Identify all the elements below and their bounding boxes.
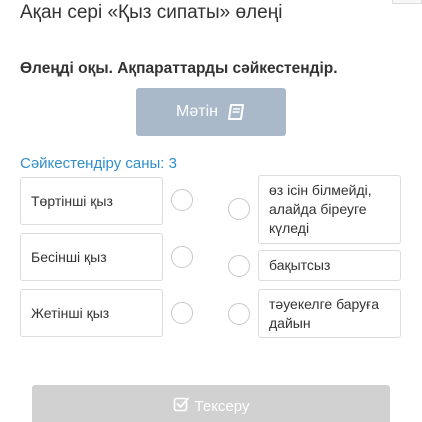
left-item-label: Бесінші қыз: [31, 248, 107, 265]
right-item-1[interactable]: өз ісін білмейді, алайда біреуге күледі: [258, 175, 401, 244]
right-item-label: тәуекелге баруға дайын: [269, 295, 380, 331]
corner-button[interactable]: [392, 0, 422, 4]
left-radio-2[interactable]: [171, 246, 193, 268]
left-item-label: Төртінші қыз: [31, 192, 113, 209]
right-item-2[interactable]: бақытсыз: [258, 250, 401, 281]
check-button-label: Тексеру: [194, 397, 250, 415]
text-button-label: Мәтін: [176, 103, 218, 120]
left-item-3[interactable]: Жетінші қыз: [20, 289, 163, 337]
right-radio-3[interactable]: [228, 303, 250, 325]
left-radio-1[interactable]: [171, 189, 193, 211]
right-item-3[interactable]: тәуекелге баруға дайын: [258, 289, 401, 338]
check-square-icon: [173, 396, 189, 416]
right-radio-1[interactable]: [228, 198, 250, 220]
match-count: Сәйкестендіру саны: 3: [20, 155, 177, 172]
left-item-1[interactable]: Төртінші қыз: [20, 177, 163, 225]
left-item-2[interactable]: Бесінші қыз: [20, 233, 163, 281]
left-item-label: Жетінші қыз: [31, 304, 110, 321]
book-icon: [227, 104, 246, 120]
instruction-text: Өлеңді оқы. Ақпараттарды сәйкестендір.: [20, 60, 338, 77]
check-button[interactable]: Тексеру: [32, 385, 390, 422]
text-button[interactable]: Мәтін: [136, 88, 286, 136]
right-item-label: өз ісін білмейді, алайда біреуге күледі: [269, 182, 372, 236]
right-item-label: бақытсыз: [269, 257, 331, 273]
right-radio-2[interactable]: [228, 255, 250, 277]
left-radio-3[interactable]: [171, 302, 193, 324]
page-title: Ақан сері «Қыз сипаты» өлеңі: [20, 2, 283, 23]
